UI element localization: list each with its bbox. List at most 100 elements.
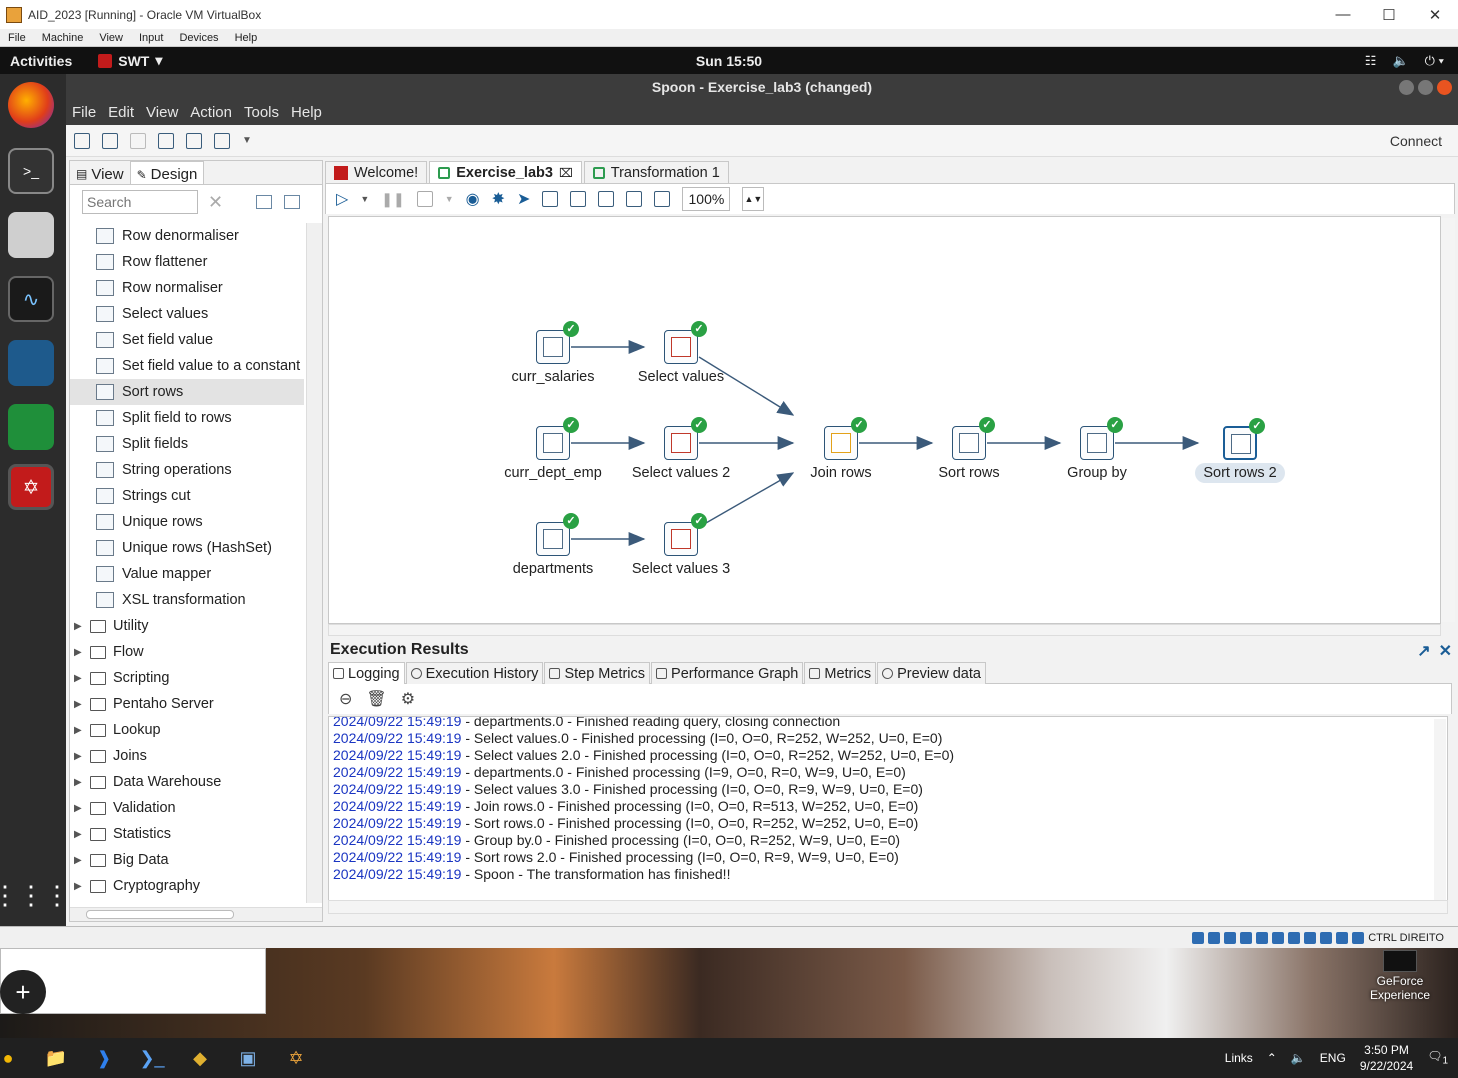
- canvas-step-departments[interactable]: ✓ departments: [493, 513, 613, 577]
- log-settings-icon[interactable]: ⚙: [401, 689, 415, 709]
- tree-folder-big-data[interactable]: ▶ Big Data: [70, 847, 304, 873]
- close-icon[interactable]: ✕: [1412, 0, 1458, 29]
- vb-menu-help[interactable]: Help: [227, 32, 266, 44]
- volume-icon[interactable]: 🔈: [1392, 53, 1408, 69]
- expand-arrow-icon[interactable]: ▶: [74, 855, 84, 866]
- tree-step-row-flattener[interactable]: Row flattener: [70, 249, 304, 275]
- hdd-icon[interactable]: [1192, 931, 1205, 944]
- menu-edit[interactable]: Edit: [108, 104, 142, 121]
- tree-step-string-operations[interactable]: String operations: [70, 457, 304, 483]
- tab-step-metrics[interactable]: Step Metrics: [544, 662, 651, 684]
- search-input[interactable]: [82, 190, 198, 214]
- tab-execution-history[interactable]: Execution History: [405, 662, 544, 684]
- tree-step-row-denormaliser[interactable]: Row denormaliser: [70, 223, 304, 249]
- canvas-horizontal-scrollbar[interactable]: [328, 624, 1441, 636]
- tree-step-split-fields[interactable]: Split fields: [70, 431, 304, 457]
- tab-design[interactable]: ✎ Design: [129, 161, 205, 184]
- tree-step-set-field-value[interactable]: Set field value: [70, 327, 304, 353]
- file-explorer-icon[interactable]: 📁: [42, 1045, 70, 1071]
- zoom-spinner[interactable]: ▲▼: [742, 187, 765, 211]
- tree-step-strings-cut[interactable]: Strings cut: [70, 483, 304, 509]
- verify-icon[interactable]: [542, 191, 559, 207]
- power-icon[interactable]: ⏻ ▾: [1425, 53, 1444, 69]
- stop-icon[interactable]: [416, 191, 433, 207]
- optical-icon[interactable]: [1208, 931, 1221, 944]
- transformation-canvas[interactable]: ✓ curr_salaries ✓ Select values ✓ curr_d…: [328, 216, 1441, 624]
- canvas-step-group-by[interactable]: ✓ Group by: [1037, 417, 1157, 481]
- vb-menu-view[interactable]: View: [91, 32, 131, 44]
- window-minimize-icon[interactable]: [1399, 80, 1414, 95]
- tab-welcome[interactable]: Welcome!: [325, 161, 428, 183]
- clear-search-icon[interactable]: ✕: [208, 192, 223, 213]
- canvas-step-sort-rows-2[interactable]: ✓ Sort rows 2: [1180, 418, 1300, 483]
- tree-folder-utility[interactable]: ▶ Utility: [70, 613, 304, 639]
- vscode-icon[interactable]: ❱: [90, 1045, 118, 1071]
- save-as-icon[interactable]: [186, 132, 202, 149]
- expand-arrow-icon[interactable]: ▶: [74, 725, 84, 736]
- window-close-icon[interactable]: [1437, 80, 1452, 95]
- tree-step-split-field-to-rows[interactable]: Split field to rows: [70, 405, 304, 431]
- tree-folder-joins[interactable]: ▶ Joins: [70, 743, 304, 769]
- canvas-step-curr-dept-emp[interactable]: ✓ curr_dept_emp: [493, 417, 613, 481]
- minimize-icon[interactable]: —: [1320, 0, 1366, 29]
- expand-arrow-icon[interactable]: ▶: [74, 803, 84, 814]
- shared-folders-icon[interactable]: [1272, 931, 1285, 944]
- tab-exercise-lab3[interactable]: Exercise_lab3 ⌧: [429, 161, 582, 183]
- virtualbox-vm-icon[interactable]: ✡: [282, 1045, 310, 1071]
- window-maximize-icon[interactable]: [1418, 80, 1433, 95]
- git-icon[interactable]: ◆: [186, 1045, 214, 1071]
- log-text-area[interactable]: 2024/09/22 15:49:19 - departments.0 - Fi…: [328, 716, 1448, 902]
- save-icon[interactable]: [158, 132, 174, 149]
- vb-menu-machine[interactable]: Machine: [34, 32, 92, 44]
- network-icon[interactable]: ☷: [1365, 53, 1377, 69]
- audio-icon[interactable]: [1224, 931, 1237, 944]
- expand-arrow-icon[interactable]: ▶: [74, 699, 84, 710]
- language-indicator[interactable]: ENG: [1320, 1051, 1346, 1065]
- cpu-icon[interactable]: [1320, 931, 1333, 944]
- tree-step-set-field-value-constant[interactable]: Set field value to a constant: [70, 353, 304, 379]
- tree-folder-cryptography[interactable]: ▶ Cryptography: [70, 873, 304, 899]
- spoon-icon[interactable]: ✡: [8, 464, 54, 510]
- menu-help[interactable]: Help: [291, 104, 330, 121]
- firefox-icon[interactable]: [8, 82, 54, 128]
- tree-vertical-scrollbar[interactable]: [306, 223, 322, 903]
- taskbar-clock[interactable]: 3:50 PM 9/22/2024: [1360, 1042, 1413, 1074]
- tab-preview-data[interactable]: Preview data: [877, 662, 986, 684]
- delete-log-icon[interactable]: 🗑: [366, 689, 386, 709]
- mysql-workbench-icon[interactable]: [8, 340, 54, 386]
- add-button[interactable]: +: [0, 970, 46, 1014]
- network-icon[interactable]: [1240, 931, 1253, 944]
- new-file-icon[interactable]: [74, 132, 90, 149]
- tree-horizontal-scrollbar[interactable]: [70, 907, 322, 921]
- tab-transformation-1[interactable]: Transformation 1: [583, 161, 729, 183]
- tab-logging[interactable]: Logging: [328, 662, 405, 684]
- tree-step-xsl-transformation[interactable]: XSL transformation: [70, 587, 304, 613]
- tree-step-sort-rows[interactable]: Sort rows: [70, 379, 304, 405]
- expand-tree-icon[interactable]: [284, 195, 300, 209]
- canvas-step-select-values-3[interactable]: ✓ Select values 3: [621, 513, 741, 577]
- collapse-tree-icon[interactable]: [256, 195, 272, 209]
- tree-folder-validation[interactable]: ▶ Validation: [70, 795, 304, 821]
- close-tab-icon[interactable]: ⌧: [559, 166, 573, 180]
- preview-icon[interactable]: ◉: [466, 189, 480, 209]
- expand-arrow-icon[interactable]: ▶: [74, 751, 84, 762]
- perspective-dropdown-icon[interactable]: ▼: [242, 135, 252, 146]
- speaker-icon[interactable]: 🔈: [1291, 1051, 1306, 1065]
- run-options-icon[interactable]: ▼: [360, 194, 369, 204]
- display-icon[interactable]: [1288, 931, 1301, 944]
- menu-file[interactable]: File: [72, 104, 104, 121]
- tree-step-unique-rows[interactable]: Unique rows: [70, 509, 304, 535]
- tree-folder-lookup[interactable]: ▶ Lookup: [70, 717, 304, 743]
- geforce-experience-shortcut[interactable]: GeForce Experience: [1366, 948, 1434, 1002]
- replay-icon[interactable]: ➤: [517, 189, 530, 209]
- zoom-field[interactable]: 100%: [682, 187, 731, 211]
- vb-menu-file[interactable]: File: [0, 32, 34, 44]
- tree-folder-scripting[interactable]: ▶ Scripting: [70, 665, 304, 691]
- terminal-icon[interactable]: >_: [8, 148, 54, 194]
- canvas-step-select-values[interactable]: ✓ Select values: [621, 321, 741, 385]
- debug-icon[interactable]: ✸: [492, 189, 505, 209]
- tree-step-value-mapper[interactable]: Value mapper: [70, 561, 304, 587]
- scroll-thumb[interactable]: [86, 910, 234, 919]
- system-monitor-icon[interactable]: ∿: [8, 276, 54, 322]
- maximize-icon[interactable]: ☐: [1366, 0, 1412, 29]
